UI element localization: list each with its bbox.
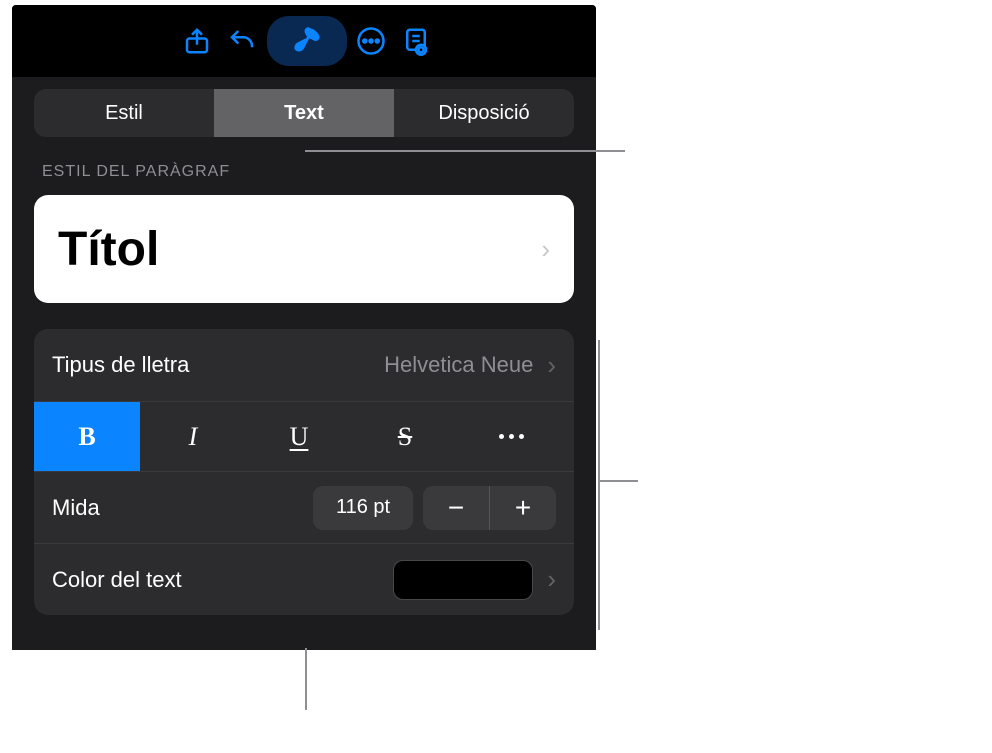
paragraph-style-name: Títol <box>58 222 159 277</box>
more-format-button[interactable] <box>458 402 564 471</box>
text-color-row[interactable]: Color del text › <box>34 543 574 615</box>
format-panel: Estil Text Disposició ESTIL DEL PARÀGRAF… <box>12 5 596 650</box>
paragraph-style-button[interactable]: Títol › <box>34 195 574 303</box>
text-format-group: Tipus de lletra Helvetica Neue › B I U S… <box>34 329 574 615</box>
callout-line <box>598 340 600 630</box>
tab-text[interactable]: Text <box>214 89 394 137</box>
chevron-right-icon: › <box>547 350 556 381</box>
callout-line <box>305 648 307 710</box>
paragraph-style-section-label: ESTIL DEL PARÀGRAF <box>12 153 596 195</box>
tab-style[interactable]: Estil <box>34 89 214 137</box>
size-label: Mida <box>52 495 100 521</box>
reader-view-icon[interactable] <box>396 21 436 61</box>
format-brush-icon[interactable] <box>267 16 347 66</box>
chevron-right-icon: › <box>541 234 550 265</box>
ellipsis-icon <box>499 434 524 439</box>
size-stepper: 116 pt − + <box>313 486 556 530</box>
text-color-swatch[interactable] <box>393 560 533 600</box>
text-color-label: Color del text <box>52 567 182 593</box>
font-value: Helvetica Neue <box>384 352 533 378</box>
tab-layout[interactable]: Disposició <box>394 89 574 137</box>
chevron-right-icon: › <box>547 564 556 595</box>
font-row[interactable]: Tipus de lletra Helvetica Neue › <box>34 329 574 401</box>
underline-button[interactable]: U <box>246 402 352 471</box>
callout-line <box>305 150 625 152</box>
strikethrough-button[interactable]: S <box>352 402 458 471</box>
size-increase-button[interactable]: + <box>490 486 556 530</box>
size-value[interactable]: 116 pt <box>313 486 413 530</box>
font-label: Tipus de lletra <box>52 352 189 378</box>
app-toolbar <box>12 5 596 77</box>
format-buttons-row: B I U S <box>34 401 574 471</box>
more-icon[interactable] <box>351 21 391 61</box>
italic-button[interactable]: I <box>140 402 246 471</box>
size-row: Mida 116 pt − + <box>34 471 574 543</box>
size-decrease-button[interactable]: − <box>423 486 489 530</box>
format-tabs: Estil Text Disposició <box>12 77 596 153</box>
callout-line <box>598 480 638 482</box>
bold-button[interactable]: B <box>34 402 140 471</box>
undo-icon[interactable] <box>222 21 262 61</box>
share-icon[interactable] <box>177 21 217 61</box>
